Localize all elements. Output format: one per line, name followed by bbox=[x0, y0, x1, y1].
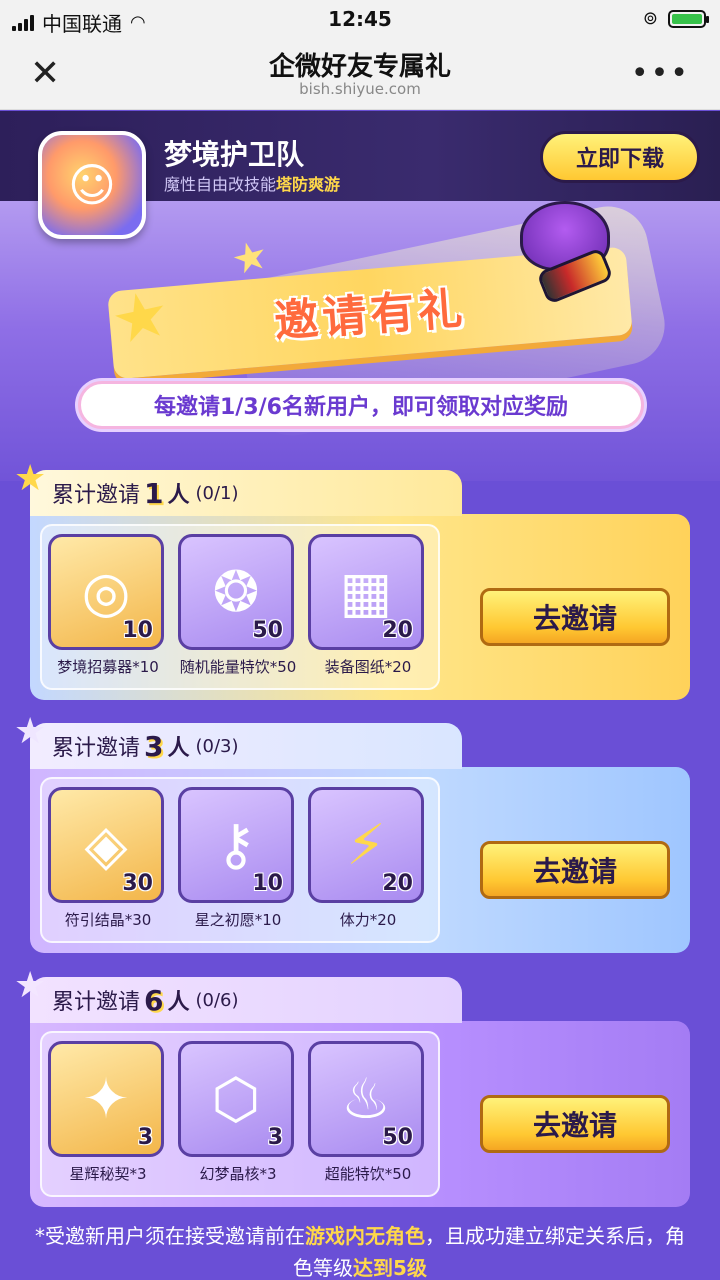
star-icon: ★ bbox=[14, 711, 47, 752]
tier-progress: (0/1) bbox=[195, 482, 239, 504]
download-button[interactable]: 立即下载 bbox=[540, 131, 700, 183]
rules-footnote: *受邀新用户须在接受邀请前在游戏内无角色，且成功建立绑定关系后，角色等级达到5级 bbox=[30, 1220, 690, 1280]
tier-card-3: ✦ 3 星辉秘契*3 ⬡ 3 幻梦晶核*3 ♨ 50 超能特饮*50 去邀请 ★ 累计… bbox=[14, 965, 690, 1207]
recruiter-icon: ◎ 10 bbox=[48, 534, 164, 650]
tier-body: ◎ 10 梦境招募器*10 ❂ 50 随机能量特饮*50 ▦ 20 装备图纸*20 去… bbox=[30, 514, 690, 700]
item-label: 幻梦晶核*3 bbox=[199, 1165, 277, 1183]
item-qty: 20 bbox=[382, 871, 413, 896]
footnote-text: *受邀新用户须在接受邀请前在 bbox=[35, 1224, 305, 1248]
rotation-lock-icon: ⊚ bbox=[642, 8, 658, 29]
reward-item: ✦ 3 星辉秘契*3 bbox=[48, 1041, 168, 1184]
item-label: 星之初愿*10 bbox=[194, 911, 282, 929]
clock: 12:45 bbox=[328, 7, 392, 31]
item-qty: 30 bbox=[122, 871, 153, 896]
lightning-icon: ⚡ 20 bbox=[308, 787, 424, 903]
item-qty: 50 bbox=[382, 1125, 413, 1150]
item-label: 超能特饮*50 bbox=[324, 1165, 412, 1183]
tier-unit: 人 bbox=[167, 483, 190, 508]
invite-button[interactable]: 去邀请 bbox=[480, 841, 670, 899]
item-label: 体力*20 bbox=[339, 911, 397, 929]
tier-count: 3 bbox=[144, 729, 164, 763]
key-icon: ⚷ 10 bbox=[178, 787, 294, 903]
tier-header: ★ 累计邀请 6 人 (0/6) bbox=[14, 965, 462, 1023]
reward-item: ◈ 30 符引结晶*30 bbox=[48, 787, 168, 930]
app-name: 梦境护卫队 bbox=[164, 138, 305, 171]
footnote-highlight: 达到5级 bbox=[353, 1256, 427, 1280]
crystal-icon: ◈ 30 bbox=[48, 787, 164, 903]
reward-items: ◎ 10 梦境招募器*10 ❂ 50 随机能量特饮*50 ▦ 20 装备图纸*20 bbox=[40, 524, 440, 690]
reward-subtitle: 每邀请1/3/6名新用户，即可领取对应奖励 bbox=[78, 381, 644, 429]
item-label: 梦境招募器*10 bbox=[57, 658, 159, 676]
tier-card-1: ◎ 10 梦境招募器*10 ❂ 50 随机能量特饮*50 ▦ 20 装备图纸*20 去… bbox=[14, 458, 690, 700]
app-subtitle-prefix: 魔性自由改技能 bbox=[164, 175, 277, 194]
item-qty: 10 bbox=[252, 871, 283, 896]
energy-drink-icon: ❂ 50 bbox=[178, 534, 294, 650]
reward-item: ◎ 10 梦境招募器*10 bbox=[48, 534, 168, 677]
star-icon: ★ bbox=[14, 458, 47, 499]
item-label: 随机能量特饮*50 bbox=[179, 658, 297, 676]
item-label: 装备图纸*20 bbox=[324, 658, 412, 676]
item-label: 星辉秘契*3 bbox=[69, 1165, 147, 1183]
tier-unit: 人 bbox=[167, 736, 190, 761]
tier-progress: (0/6) bbox=[195, 989, 239, 1011]
reward-item: ❂ 50 随机能量特饮*50 bbox=[178, 534, 298, 677]
tier-prefix: 累计邀请 bbox=[52, 483, 141, 508]
reward-item: ▦ 20 装备图纸*20 bbox=[308, 534, 428, 677]
blueprint-icon: ▦ 20 bbox=[308, 534, 424, 650]
item-qty: 3 bbox=[267, 1125, 283, 1150]
item-label: 符引结晶*30 bbox=[64, 911, 152, 929]
tier-count: 1 bbox=[144, 476, 164, 510]
nav-bar: ✕ 企微好友专属礼 bish.shiyue.com ••• bbox=[0, 40, 720, 110]
reward-items: ◈ 30 符引结晶*30 ⚷ 10 星之初愿*10 ⚡ 20 体力*20 bbox=[40, 777, 440, 943]
page-url: bish.shiyue.com bbox=[299, 80, 421, 98]
tier-card-2: ◈ 30 符引结晶*30 ⚷ 10 星之初愿*10 ⚡ 20 体力*20 去邀请 ★ … bbox=[14, 711, 690, 953]
app-subtitle: 魔性自由改技能塔防爽游 bbox=[164, 171, 340, 195]
reward-item: ⬡ 3 幻梦晶核*3 bbox=[178, 1041, 298, 1184]
reward-item: ⚡ 20 体力*20 bbox=[308, 787, 428, 930]
app-subtitle-highlight: 塔防爽游 bbox=[276, 175, 341, 194]
cube-icon: ⬡ 3 bbox=[178, 1041, 294, 1157]
star-icon: ★ bbox=[226, 231, 274, 285]
invite-button[interactable]: 去邀请 bbox=[480, 1095, 670, 1153]
item-qty: 10 bbox=[122, 618, 153, 643]
tier-header: ★ 累计邀请 1 人 (0/1) bbox=[14, 458, 462, 516]
tier-unit: 人 bbox=[167, 990, 190, 1015]
reward-item: ⚷ 10 星之初愿*10 bbox=[178, 787, 298, 930]
bottle-icon: ♨ 50 bbox=[308, 1041, 424, 1157]
tier-header: ★ 累计邀请 3 人 (0/3) bbox=[14, 711, 462, 769]
reward-item: ♨ 50 超能特饮*50 bbox=[308, 1041, 428, 1184]
tier-count: 6 bbox=[144, 983, 164, 1017]
tier-progress: (0/3) bbox=[195, 735, 239, 757]
more-menu-icon[interactable]: ••• bbox=[631, 56, 690, 91]
footnote-highlight: 游戏内无角色 bbox=[305, 1224, 425, 1248]
tier-prefix: 累计邀请 bbox=[52, 990, 141, 1015]
battery-icon bbox=[668, 9, 709, 28]
hero-section: 邀请有礼 ★ ★ 每邀请1/3/6名新用户，即可领取对应奖励 bbox=[0, 201, 720, 481]
tier-body: ◈ 30 符引结晶*30 ⚷ 10 星之初愿*10 ⚡ 20 体力*20 去邀请 bbox=[30, 767, 690, 953]
item-qty: 20 bbox=[382, 618, 413, 643]
item-qty: 50 bbox=[252, 618, 283, 643]
star-icon: ★ bbox=[14, 965, 47, 1006]
star-key-icon: ✦ 3 bbox=[48, 1041, 164, 1157]
tier-body: ✦ 3 星辉秘契*3 ⬡ 3 幻梦晶核*3 ♨ 50 超能特饮*50 去邀请 bbox=[30, 1021, 690, 1207]
invite-button[interactable]: 去邀请 bbox=[480, 588, 670, 646]
item-qty: 3 bbox=[137, 1125, 153, 1150]
status-bar: 中国联通 ◠ 12:45 ⊚ bbox=[0, 0, 720, 40]
reward-items: ✦ 3 星辉秘契*3 ⬡ 3 幻梦晶核*3 ♨ 50 超能特饮*50 bbox=[40, 1031, 440, 1197]
tier-prefix: 累计邀请 bbox=[52, 736, 141, 761]
app-icon: ☺ bbox=[38, 131, 146, 239]
page-title: 企微好友专属礼 bbox=[268, 52, 451, 82]
